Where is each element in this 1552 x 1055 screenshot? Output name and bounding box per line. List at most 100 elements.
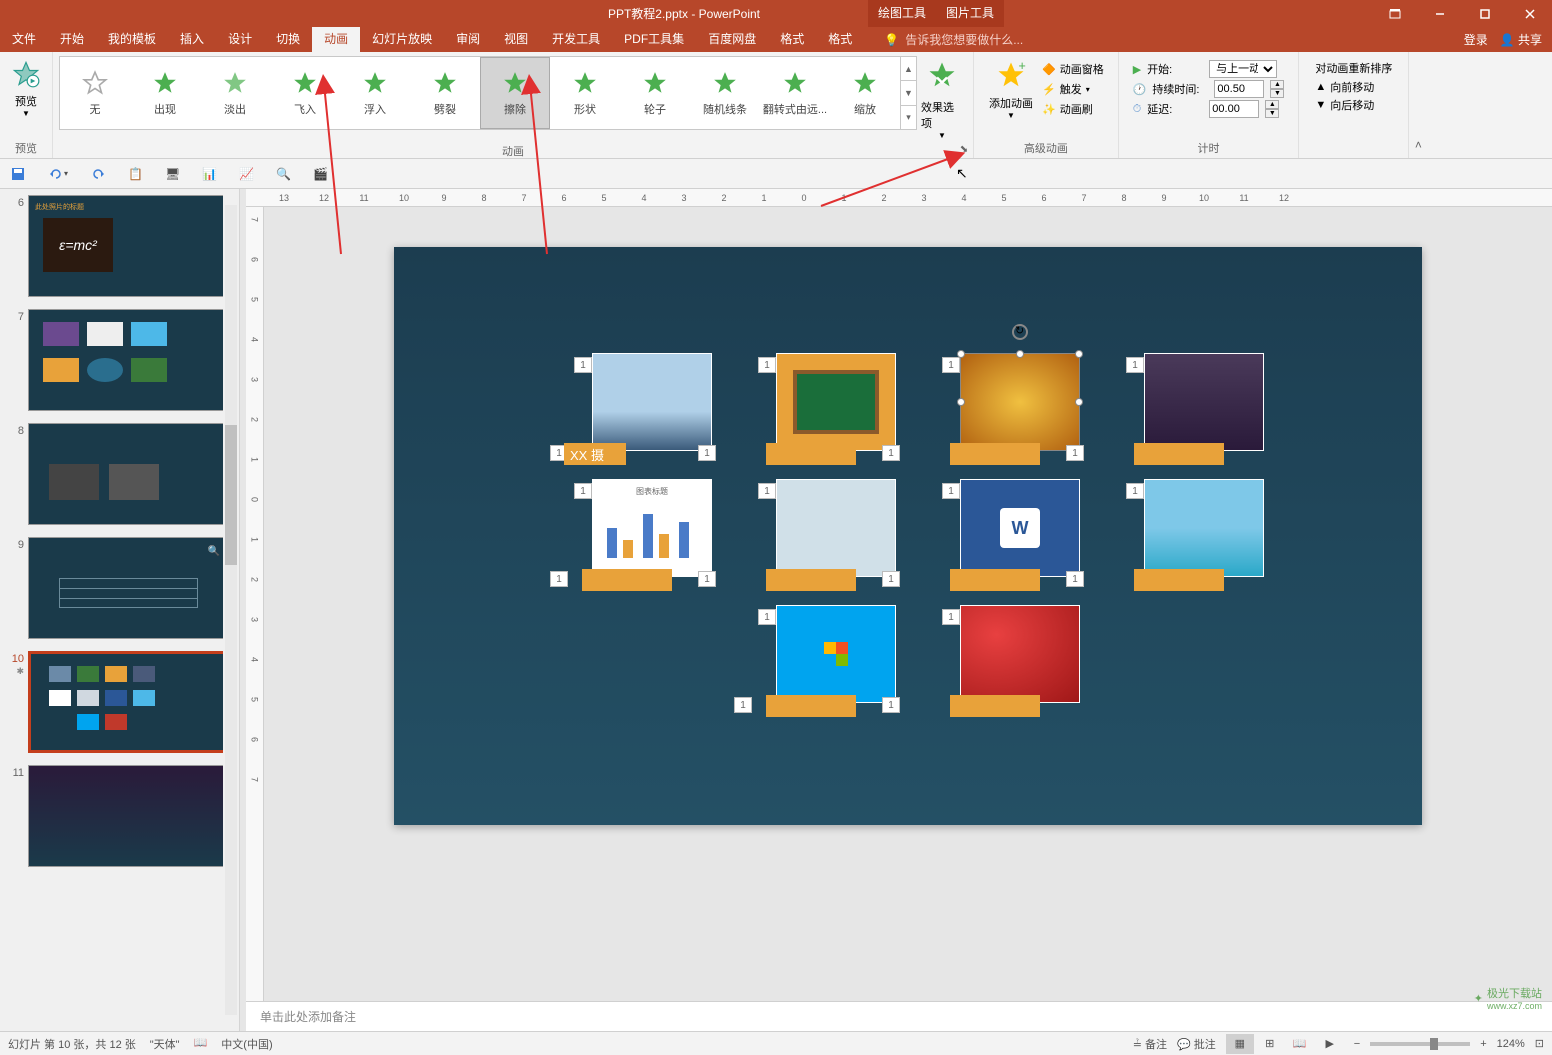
save-button[interactable] (10, 166, 26, 182)
image-caption[interactable] (950, 569, 1040, 591)
delay-down[interactable]: ▼ (1265, 109, 1279, 118)
slide-image-8[interactable] (1144, 479, 1264, 577)
image-caption[interactable] (766, 569, 856, 591)
slide-thumb-11[interactable] (28, 765, 229, 867)
redo-button[interactable] (90, 166, 106, 182)
slide-image-4[interactable] (1144, 353, 1264, 451)
anim-growturn[interactable]: 翻转式由远... (760, 57, 830, 129)
animation-painter-button[interactable]: ✨动画刷 (1040, 100, 1106, 118)
anim-flyin[interactable]: 飞入 (270, 57, 340, 129)
anim-split[interactable]: 劈裂 (410, 57, 480, 129)
tab-animations[interactable]: 动画 (312, 27, 360, 52)
qat-btn-5[interactable]: 🖥 (165, 167, 180, 181)
slide-thumbnail-panel[interactable]: 6 此处照片的标题 ε=mc² 7 8 9 (0, 189, 240, 1031)
anim-order-tag[interactable]: 1 (758, 609, 776, 625)
image-caption[interactable]: XX 摄 (564, 443, 626, 465)
rotate-handle[interactable] (1012, 324, 1028, 340)
zoom-out-button[interactable]: − (1354, 1038, 1360, 1050)
anim-appear[interactable]: 出现 (130, 57, 200, 129)
sorter-view-button[interactable]: ⊞ (1256, 1034, 1284, 1054)
tab-home[interactable]: 开始 (48, 27, 96, 52)
share-button[interactable]: 👤 共享 (1500, 31, 1542, 48)
resize-handle[interactable] (1016, 350, 1024, 358)
resize-handle[interactable] (957, 398, 965, 406)
anim-none[interactable]: 无 (60, 57, 130, 129)
horizontal-ruler[interactable]: 131211109876543210123456789101112 (246, 189, 1552, 207)
image-caption[interactable] (950, 695, 1040, 717)
slide-image-10[interactable] (960, 605, 1080, 703)
anim-order-tag[interactable]: 1 (942, 483, 960, 499)
image-caption[interactable] (766, 443, 856, 465)
tab-baidu[interactable]: 百度网盘 (696, 27, 768, 52)
slide-image-1[interactable] (592, 353, 712, 451)
anim-order-tag[interactable]: 1 (942, 357, 960, 373)
anim-order-tag[interactable]: 1 (574, 357, 592, 373)
image-caption[interactable] (1134, 569, 1224, 591)
anim-shape[interactable]: 形状 (550, 57, 620, 129)
tell-me-search[interactable]: 💡 告诉我您想要做什么... (864, 27, 1453, 52)
slide-image-9[interactable] (776, 605, 896, 703)
tab-transitions[interactable]: 切换 (264, 27, 312, 52)
anim-order-tag[interactable]: 1 (882, 445, 900, 461)
start-dropdown[interactable]: 与上一动画... (1209, 60, 1277, 78)
anim-order-tag[interactable]: 1 (758, 483, 776, 499)
duration-input[interactable] (1214, 80, 1264, 98)
resize-handle[interactable] (1075, 398, 1083, 406)
notes-toggle[interactable]: ≟ 备注 (1133, 1036, 1167, 1052)
notes-pane[interactable]: 单击此处添加备注 (246, 1001, 1552, 1031)
delay-up[interactable]: ▲ (1265, 100, 1279, 109)
delay-input[interactable] (1209, 100, 1259, 118)
anim-order-tag[interactable]: 1 (882, 571, 900, 587)
panel-scrollbar[interactable] (223, 189, 239, 1031)
slide-thumb-6[interactable]: 此处照片的标题 ε=mc² (28, 195, 229, 297)
image-caption[interactable] (950, 443, 1040, 465)
comments-toggle[interactable]: 💬 批注 (1177, 1036, 1216, 1052)
anim-order-tag[interactable]: 1 (1126, 483, 1144, 499)
zoom-level[interactable]: 124% (1497, 1038, 1525, 1050)
add-animation-button[interactable]: + 添加动画 ▼ (986, 60, 1036, 120)
zoom-slider[interactable] (1370, 1042, 1470, 1046)
animation-pane-button[interactable]: 🔶动画窗格 (1040, 60, 1106, 78)
tab-file[interactable]: 文件 (0, 27, 48, 52)
qat-btn-4[interactable]: 📋 (128, 167, 143, 181)
tab-format1[interactable]: 格式 (768, 27, 816, 52)
image-caption[interactable] (1134, 443, 1224, 465)
slide-thumb-9[interactable]: 🔍 (28, 537, 229, 639)
resize-handle[interactable] (957, 350, 965, 358)
slide-image-7[interactable]: W (960, 479, 1080, 577)
gallery-more[interactable]: ▾ (901, 106, 916, 129)
slide-thumb-7[interactable] (28, 309, 229, 411)
anim-wheel[interactable]: 轮子 (620, 57, 690, 129)
duration-down[interactable]: ▼ (1270, 89, 1284, 98)
minimize-button[interactable] (1417, 0, 1462, 27)
tab-format2[interactable]: 格式 (816, 27, 864, 52)
tab-insert[interactable]: 插入 (168, 27, 216, 52)
anim-order-tag[interactable]: 1 (574, 483, 592, 499)
animations-dialog-launcher[interactable]: ⬊ (957, 142, 971, 156)
gallery-scroll-up[interactable]: ▲ (901, 57, 916, 81)
tab-design[interactable]: 设计 (216, 27, 264, 52)
language-indicator[interactable]: 中文(中国) (221, 1036, 272, 1052)
slide-counter[interactable]: 幻灯片 第 10 张，共 12 张 (8, 1036, 136, 1052)
ribbon-display-options[interactable] (1372, 0, 1417, 27)
tab-view[interactable]: 视图 (492, 27, 540, 52)
qat-btn-8[interactable]: 🔍 (276, 167, 291, 181)
anim-order-tag[interactable]: 1 (882, 697, 900, 713)
animation-gallery[interactable]: 无 出现 淡出 飞入 浮入 劈裂 擦除 形状 轮子 随机线条 翻转式由远... … (59, 56, 917, 130)
effect-options-button[interactable]: 效果选项 ▼ (917, 56, 967, 140)
qat-btn-7[interactable]: 📈 (239, 167, 254, 181)
anim-floatin[interactable]: 浮入 (340, 57, 410, 129)
anim-order-tag[interactable]: 1 (758, 357, 776, 373)
anim-zoom[interactable]: 缩放 (830, 57, 900, 129)
reading-view-button[interactable]: 📖 (1286, 1034, 1314, 1054)
qat-btn-6[interactable]: 📊 (202, 167, 217, 181)
slideshow-view-button[interactable]: ▶ (1316, 1034, 1344, 1054)
anim-randombars[interactable]: 随机线条 (690, 57, 760, 129)
qat-btn-9[interactable]: 🎬 (313, 167, 328, 181)
anim-order-tag[interactable]: 1 (1066, 571, 1084, 587)
slide-image-2[interactable] (776, 353, 896, 451)
anim-order-tag[interactable]: 1 (734, 697, 752, 713)
slide-thumb-8[interactable] (28, 423, 229, 525)
drawing-tools-tab[interactable]: 绘图工具 (868, 0, 936, 27)
undo-button[interactable]: ▾ (48, 166, 68, 182)
